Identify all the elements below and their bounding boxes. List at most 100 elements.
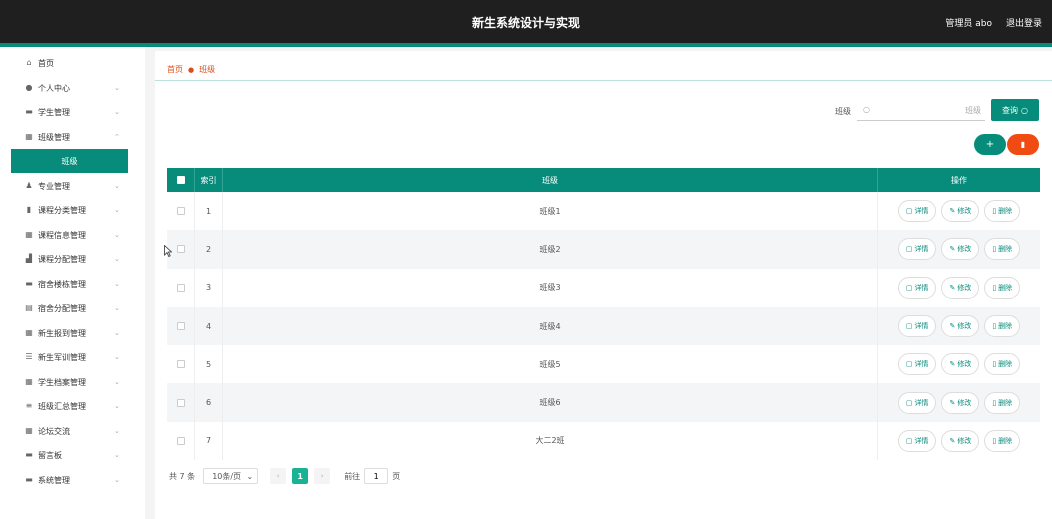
row-checkbox-cell [167,383,195,422]
sidebar-item-personal-center[interactable]: ● 个人中心 ⌄ [0,78,145,98]
detail-button[interactable]: ▢ 详情 [897,238,937,261]
row-checkbox[interactable] [176,398,185,407]
chat-icon: ▬ [25,107,33,116]
row-checkbox[interactable] [176,207,185,216]
edit-label: 修改 [957,322,972,331]
sidebar-item-dorm-assign[interactable]: ▤ 宿舍分配管理 ⌄ [0,298,145,318]
detail-label: 详情 [914,398,929,407]
table-row: 2 班级2 ▢ 详情 ✎ 修改 ▯ 删除 [167,230,1040,269]
sidebar-item-student-files[interactable]: ▦ 学生档案管理 ⌄ [0,372,145,392]
detail-button[interactable]: ▢ 详情 [897,315,937,338]
sidebar-item-course-assign[interactable]: ▟ 课程分配管理 ⌄ [0,249,145,269]
edit-icon: ✎ [949,360,956,369]
sidebar-item-military-training[interactable]: ☰ 新生军训管理 ⌄ [0,347,145,367]
next-page-button[interactable]: › [314,468,331,484]
sidebar-item-label: 课程信息管理 [38,230,86,240]
delete-button[interactable]: ▯ 删除 [984,200,1021,223]
header-accent-line [0,43,1052,47]
detail-button[interactable]: ▢ 详情 [897,276,937,299]
sidebar-item-majors[interactable]: ♟ 专业管理 ⌄ [0,176,145,196]
table-row: 5 班级5 ▢ 详情 ✎ 修改 ▯ 删除 [167,345,1040,384]
trash-icon: ▯ [992,360,997,369]
edit-button[interactable]: ✎ 修改 [941,391,980,414]
detail-label: 详情 [914,283,929,292]
sidebar-item-system[interactable]: ▬ 系统管理 ⌄ [0,470,145,490]
breadcrumb: 首页 ● 班级 [167,64,215,75]
sidebar-item-class-summary[interactable]: ≡ 班级汇总管理 ⌄ [0,396,145,416]
search-input[interactable] [873,103,981,117]
table-row: 3 班级3 ▢ 详情 ✎ 修改 ▯ 删除 [167,268,1040,307]
add-button[interactable]: + [974,134,1006,155]
sidebar-item-course-categories[interactable]: ▮ 课程分类管理 ⌄ [0,200,145,220]
chevron-left-icon: ‹ [276,472,280,480]
row-checkbox[interactable] [176,360,185,369]
sidebar-item-students[interactable]: ▬ 学生管理 ⌄ [0,102,145,122]
detail-button[interactable]: ▢ 详情 [897,391,937,414]
query-button[interactable]: 查询 ○ [991,99,1039,121]
top-bar: 新生系统设计与实现 管理员 abo 退出登录 [0,0,1052,43]
detail-label: 详情 [914,436,929,445]
chevron-down-icon: ⌄ [114,84,120,92]
delete-button[interactable]: ▯ 删除 [984,315,1021,338]
row-checkbox[interactable] [176,245,185,254]
row-index: 3 [195,268,223,307]
trash-icon: ▯ [992,207,997,216]
person-icon: ♟ [25,181,33,190]
edit-button[interactable]: ✎ 修改 [941,238,980,261]
grid-icon: ▦ [25,132,33,141]
sidebar-item-enrollment[interactable]: ▦ 新生报到管理 ⌄ [0,323,145,343]
sidebar-item-message-board[interactable]: ▬ 留言板 ⌄ [0,445,145,465]
grid-icon: ▦ [25,230,33,239]
detail-label: 详情 [914,245,929,254]
sidebar-item-home[interactable]: ⌂ 首页 [0,53,145,73]
detail-button[interactable]: ▢ 详情 [897,353,937,376]
sidebar-subitem-class[interactable]: 班级 [11,149,128,173]
sidebar-item-label: 课程分配管理 [38,254,86,264]
doc-icon: ▮ [26,205,32,214]
sidebar-item-forum[interactable]: ▦ 论坛交流 ⌄ [0,421,145,441]
prev-page-button[interactable]: ‹ [270,468,287,484]
table-header: 索引 班级 操作 [167,168,1040,192]
chevron-up-icon: ⌃ [114,133,120,141]
sidebar-item-dorm-buildings[interactable]: ▬ 宿舍楼栋管理 ⌄ [0,274,145,294]
page-number-current[interactable]: 1 [292,468,309,484]
delete-button[interactable]: ▯ 删除 [984,391,1021,414]
edit-button[interactable]: ✎ 修改 [941,353,980,376]
edit-label: 修改 [957,436,972,445]
detail-button[interactable]: ▢ 详情 [897,200,937,223]
row-checkbox[interactable] [176,436,185,445]
search-field[interactable]: ○ [857,100,985,121]
document-icon: ▢ [905,283,913,292]
header-index: 索引 [195,168,223,192]
delete-button[interactable]: ▯ 删除 [984,353,1021,376]
row-checkbox[interactable] [176,322,185,331]
edit-button[interactable]: ✎ 修改 [941,429,980,452]
page-size-value: 10条/页 [212,471,242,481]
search-icon: ○ [863,105,870,114]
edit-button[interactable]: ✎ 修改 [941,200,980,223]
detail-label: 详情 [914,360,929,369]
row-ops: ▢ 详情 ✎ 修改 ▯ 删除 [878,383,1040,421]
edit-button[interactable]: ✎ 修改 [941,276,980,299]
breadcrumb-home[interactable]: 首页 [167,64,183,75]
select-all-checkbox[interactable] [176,176,185,184]
edit-label: 修改 [957,207,972,216]
chevron-down-icon: ⌄ [114,329,120,337]
delete-button[interactable]: ▯ 删除 [984,429,1021,452]
document-icon: ▢ [905,360,913,369]
sidebar: ⌂ 首页 ● 个人中心 ⌄ ▬ 学生管理 ⌄ ▦ 班级管理 ⌃ 班级 ♟ 专业管… [0,47,145,519]
logout-link[interactable]: 退出登录 [1006,16,1042,29]
detail-button[interactable]: ▢ 详情 [897,429,937,452]
chat-icon: ▬ [25,475,33,484]
breadcrumb-divider [155,80,1052,81]
row-checkbox[interactable] [176,283,185,292]
delete-button[interactable]: ▯ 删除 [984,276,1021,299]
edit-icon: ✎ [949,322,956,331]
goto-page-input[interactable] [364,468,389,484]
edit-button[interactable]: ✎ 修改 [941,315,980,338]
sidebar-item-classes[interactable]: ▦ 班级管理 ⌃ [0,127,145,147]
delete-button[interactable]: ▯ 删除 [984,238,1021,261]
batch-delete-button[interactable]: ▮ [1007,134,1039,155]
page-size-select[interactable]: 10条/页 ⌄ [203,468,259,484]
sidebar-item-course-info[interactable]: ▦ 课程信息管理 ⌄ [0,225,145,245]
